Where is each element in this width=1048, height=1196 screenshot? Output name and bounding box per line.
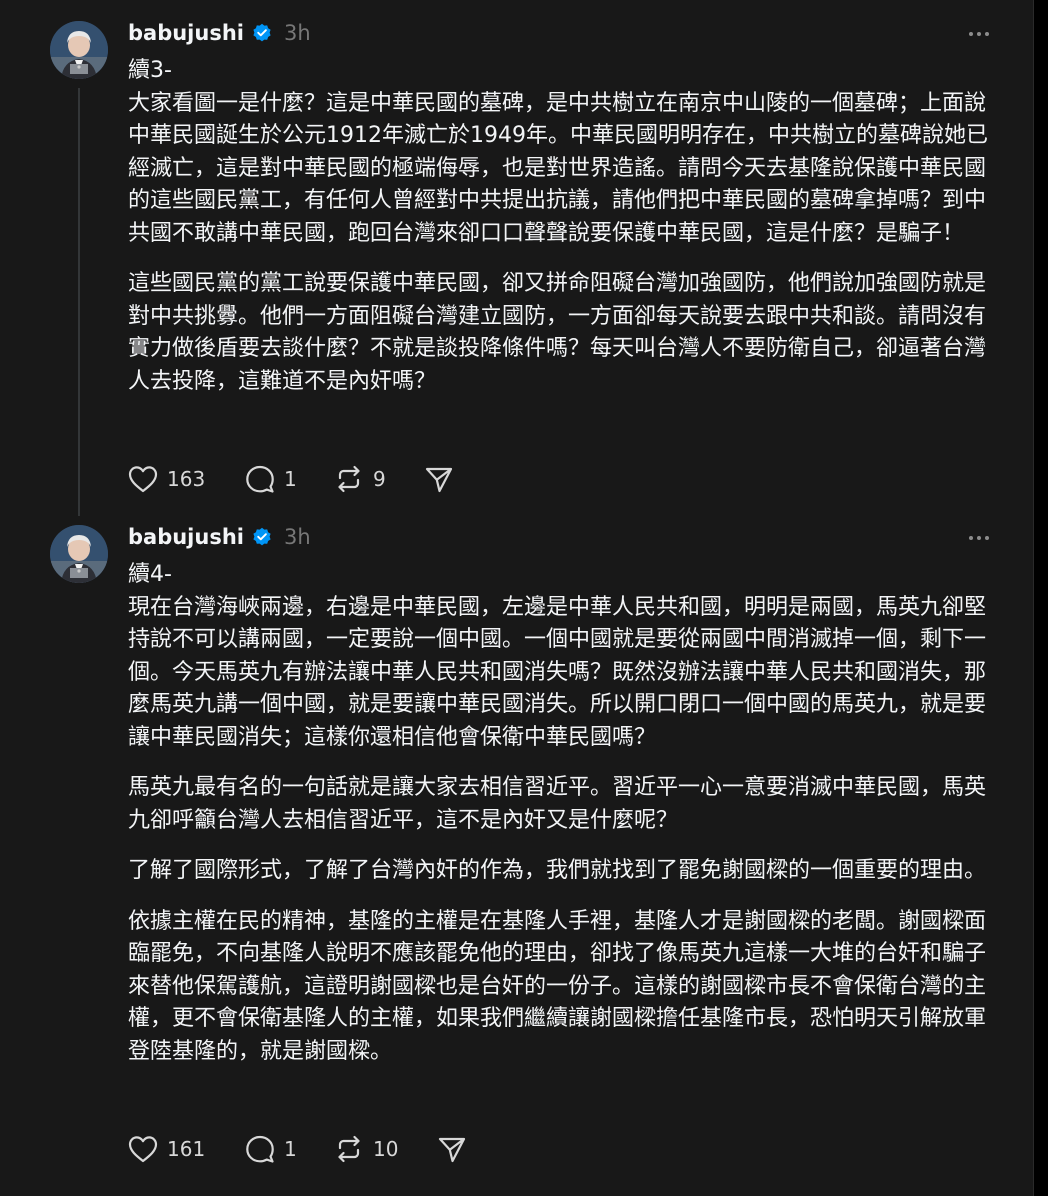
post-paragraph: 現在台灣海峽兩邊，右邊是中華民國，左邊是中華人民共和國，明明是兩國，馬英九卻堅持… xyxy=(128,594,987,750)
comment-icon xyxy=(244,1134,276,1164)
verified-badge-icon xyxy=(252,23,272,43)
verified-badge-icon xyxy=(252,527,272,547)
post-header: babujushi 3h xyxy=(128,520,311,554)
post-actions: 161 1 10 xyxy=(127,1132,468,1166)
post-paragraph: 續3- xyxy=(128,58,172,83)
heart-icon xyxy=(127,1134,159,1164)
repost-count: 10 xyxy=(373,1137,399,1161)
repost-button[interactable]: 10 xyxy=(333,1134,436,1164)
like-button[interactable]: 161 xyxy=(127,1134,244,1164)
send-icon xyxy=(436,1134,468,1164)
post-paragraph: 馬英九最有名的一句話就是讓大家去相信習近平。習近平一心一意要消滅中華民國，馬英九… xyxy=(128,775,987,833)
post-paragraph: 依據主權在民的精神，基隆的主權是在基隆人手裡，基隆人才是謝國樑的老闆。謝國樑面臨… xyxy=(128,908,987,1064)
username[interactable]: babujushi xyxy=(128,21,244,45)
post-paragraph: 大家看圖一是什麼？這是中華民國的墓碑，是中共樹立在南京中山陵的一個墓碑；上面說中… xyxy=(128,90,988,246)
repost-button[interactable]: 9 xyxy=(333,464,423,494)
username[interactable]: babujushi xyxy=(128,525,244,549)
more-options-icon[interactable] xyxy=(962,24,996,44)
comment-icon xyxy=(244,464,276,494)
post-paragraph: 續4- xyxy=(128,562,172,587)
post-header: babujushi 3h xyxy=(128,16,311,50)
post-paragraph: 這些國民黨的黨工說要保護中華民國，卻又拼命阻礙台灣加強國防，他們說加強國防就是對… xyxy=(128,271,987,394)
post-timestamp: 3h xyxy=(283,21,311,45)
repost-icon xyxy=(333,464,365,494)
share-button[interactable] xyxy=(423,464,455,494)
avatar[interactable] xyxy=(50,21,108,79)
post-body: 續3- 大家看圖一是什麼？這是中華民國的墓碑，是中共樹立在南京中山陵的一個墓碑；… xyxy=(128,55,996,416)
reply-count: 1 xyxy=(284,467,297,491)
post-body: 續4- 現在台灣海峽兩邊，右邊是中華民國，左邊是中華人民共和國，明明是兩國，馬英… xyxy=(128,559,996,1086)
share-button[interactable] xyxy=(436,1134,468,1164)
repost-count: 9 xyxy=(373,467,386,491)
heart-icon xyxy=(127,464,159,494)
more-options-icon[interactable] xyxy=(962,528,996,548)
reply-button[interactable]: 1 xyxy=(244,464,333,494)
avatar[interactable] xyxy=(50,525,108,583)
reply-count: 1 xyxy=(284,1137,297,1161)
send-icon xyxy=(423,464,455,494)
threads-feed-panel: babujushi 3h 續3- 大家看圖一是什麼？這是中華民國的墓碑，是中共樹… xyxy=(0,0,1034,1196)
reply-button[interactable]: 1 xyxy=(244,1134,333,1164)
post-timestamp: 3h xyxy=(283,525,311,549)
like-count: 161 xyxy=(167,1137,206,1161)
thread-connector-line xyxy=(78,88,80,516)
post-actions: 163 1 9 xyxy=(127,462,455,496)
repost-icon xyxy=(333,1134,365,1164)
like-count: 163 xyxy=(167,467,206,491)
like-button[interactable]: 163 xyxy=(127,464,244,494)
scrollbar[interactable] xyxy=(1034,0,1048,1196)
post-paragraph: 了解了國際形式，了解了台灣內奸的作為，我們就找到了罷免謝國樑的一個重要的理由。 xyxy=(128,858,987,883)
